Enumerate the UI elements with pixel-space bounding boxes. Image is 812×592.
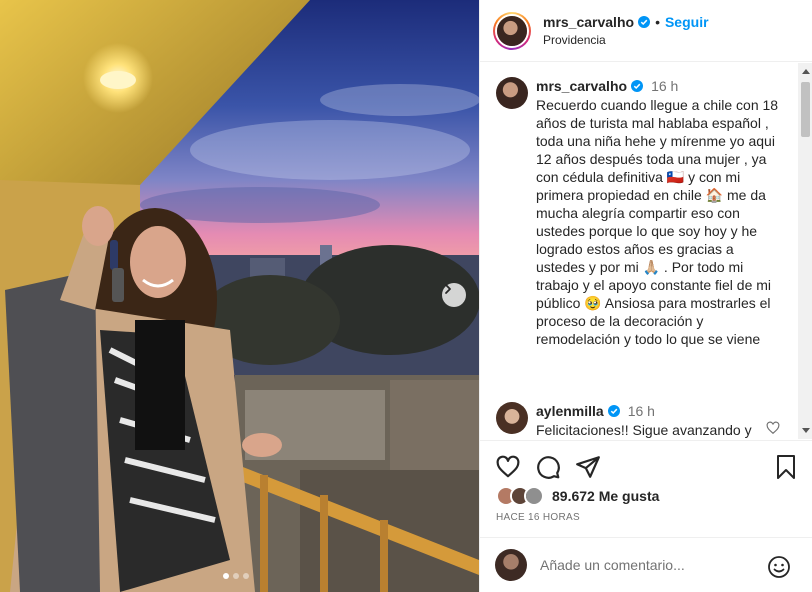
add-comment-bar [480,537,812,592]
caption-text: Recuerdo cuando llegue a chile con 18 añ… [536,97,779,347]
chevron-right-icon [445,284,451,294]
bookmark-icon[interactable] [774,454,798,480]
scrollbar-thumb[interactable] [801,82,810,137]
send-paper-plane-icon[interactable] [575,454,601,480]
carousel-dot [243,573,249,579]
likes-count[interactable]: 89.672 Me gusta [552,488,659,504]
comment-bubble-icon[interactable] [535,454,561,480]
scroll-down-arrow-icon[interactable] [802,428,810,433]
carousel-indicator [223,573,249,579]
comment-time[interactable]: 16 h [628,402,655,420]
caption-time[interactable]: 16 h [651,77,678,95]
photo-illustration [0,0,479,592]
caption-avatar[interactable] [496,77,528,109]
comment-username[interactable]: aylenmilla [536,402,604,420]
verified-badge-icon [607,405,620,417]
post-photo [0,0,479,592]
post-header: mrs_carvalho • Seguir Providencia [480,0,812,62]
verified-badge-icon [631,80,644,92]
likes-summary[interactable]: 89.672 Me gusta [480,486,812,506]
scroll-up-arrow-icon[interactable] [802,69,810,74]
comment-input[interactable] [540,557,740,573]
post-date[interactable]: HACE 16 HORAS [480,512,812,523]
follow-button[interactable]: Seguir [665,14,709,30]
comment-avatar[interactable] [496,402,528,434]
comments-list: mrs_carvalho 16 h Recuerdo cuando llegue… [480,63,800,439]
post-side-panel: mrs_carvalho • Seguir Providencia mrs_ca… [479,0,812,592]
post-actions: 89.672 Me gusta HACE 16 HORAS [480,440,812,523]
author-avatar[interactable] [493,11,531,50]
comments-scrollbar[interactable] [798,63,812,439]
author-username[interactable]: mrs_carvalho [543,14,634,30]
comment-item: aylenmilla 16 h Felicitaciones!! Sigue a… [480,388,786,439]
separator-dot: • [655,14,660,30]
post-location[interactable]: Providencia [543,33,709,47]
smiley-icon[interactable] [767,555,791,579]
verified-badge-icon [638,16,651,28]
carousel-dot [233,573,239,579]
heart-icon[interactable] [495,454,521,480]
carousel-dot-active [223,573,229,579]
caption-username[interactable]: mrs_carvalho [536,77,627,95]
current-user-avatar [495,549,527,581]
liker-avatar [524,486,544,506]
caption: mrs_carvalho 16 h Recuerdo cuando llegue… [480,63,800,348]
comment-text: Felicitaciones!! Sigue avanzando y prosp… [536,422,752,438]
comment-like-heart-icon[interactable] [766,421,780,435]
next-slide-button[interactable] [442,283,466,307]
